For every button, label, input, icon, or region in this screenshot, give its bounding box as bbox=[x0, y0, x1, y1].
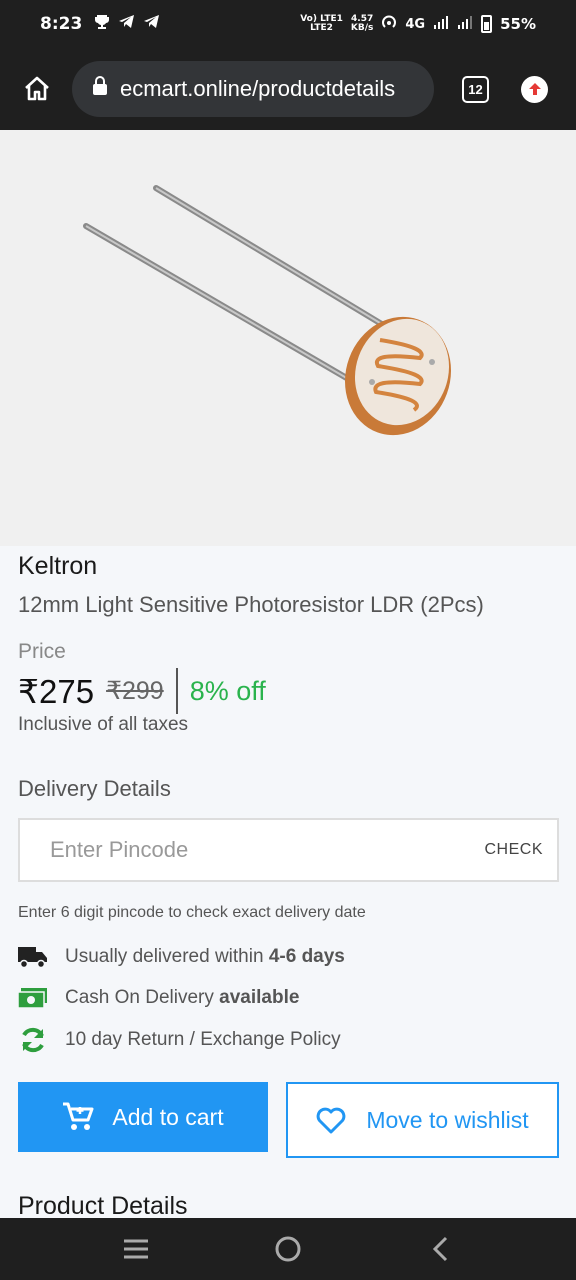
trophy-icon bbox=[94, 14, 110, 34]
update-icon[interactable] bbox=[521, 75, 548, 103]
lock-icon bbox=[92, 76, 108, 102]
heart-icon bbox=[316, 1107, 346, 1134]
home-icon[interactable] bbox=[20, 72, 54, 106]
volte-badge: Vo) LTE1 LTE2 bbox=[300, 14, 343, 33]
battery-percent: 55% bbox=[500, 15, 536, 33]
status-time: 8:23 bbox=[40, 14, 83, 34]
product-details-heading: Product Details bbox=[18, 1192, 188, 1218]
price-label: Price bbox=[18, 640, 66, 663]
network-speed: 4.57 KB/s bbox=[350, 14, 374, 33]
discount-badge: 8% off bbox=[189, 675, 266, 706]
network-type: 4G bbox=[405, 16, 426, 32]
address-bar[interactable]: ecmart.online/productdetails bbox=[72, 61, 434, 117]
refresh-icon bbox=[18, 1027, 48, 1053]
product-image bbox=[0, 130, 576, 546]
product-title: 12mm Light Sensitive Photoresistor LDR (… bbox=[18, 592, 484, 617]
current-price: ₹275 bbox=[18, 672, 95, 710]
url-text: ecmart.online/productdetails bbox=[120, 76, 396, 101]
move-to-wishlist-button[interactable]: Move to wishlist bbox=[286, 1082, 559, 1158]
move-to-wishlist-label: Move to wishlist bbox=[366, 1106, 529, 1133]
check-button[interactable]: CHECK bbox=[484, 841, 543, 859]
signal-icon bbox=[433, 14, 449, 34]
delivery-time-info: Usually delivered within 4-6 days bbox=[18, 944, 345, 970]
hotspot-icon bbox=[381, 14, 397, 34]
add-to-cart-label: Add to cart bbox=[112, 1103, 224, 1130]
tab-switcher-button[interactable]: 12 bbox=[462, 75, 489, 103]
system-nav-bar bbox=[0, 1218, 576, 1280]
pincode-input[interactable] bbox=[20, 820, 485, 880]
pincode-field: CHECK bbox=[18, 818, 559, 882]
home-nav-icon[interactable] bbox=[268, 1229, 308, 1269]
recent-apps-icon[interactable] bbox=[116, 1229, 156, 1269]
return-policy-info: 10 day Return / Exchange Policy bbox=[18, 1027, 341, 1053]
delivery-title: Delivery Details bbox=[18, 776, 171, 801]
browser-toolbar: ecmart.online/productdetails 12 bbox=[0, 48, 576, 130]
cod-info: Cash On Delivery available bbox=[18, 985, 299, 1011]
product-brand: Keltron bbox=[18, 552, 98, 580]
signal-icon bbox=[457, 14, 473, 34]
telegram-icon bbox=[143, 14, 160, 34]
status-bar: 8:23 Vo) LTE1 LTE2 4.57 KB/s 4G 55% bbox=[0, 0, 576, 48]
battery-icon bbox=[481, 15, 493, 33]
product-details-panel: Keltron 12mm Light Sensitive Photoresist… bbox=[0, 546, 576, 1218]
original-price: ₹299 bbox=[106, 677, 164, 705]
cash-icon bbox=[18, 985, 48, 1011]
price-row: ₹275 ₹299 8% off bbox=[18, 668, 266, 714]
telegram-icon bbox=[118, 14, 135, 34]
back-icon[interactable] bbox=[420, 1229, 460, 1269]
tax-note: Inclusive of all taxes bbox=[18, 714, 189, 735]
cart-icon bbox=[62, 1102, 94, 1132]
add-to-cart-button[interactable]: Add to cart bbox=[18, 1082, 268, 1152]
truck-icon bbox=[18, 944, 48, 970]
pincode-hint: Enter 6 digit pincode to check exact del… bbox=[18, 904, 366, 921]
price-divider bbox=[175, 668, 178, 714]
